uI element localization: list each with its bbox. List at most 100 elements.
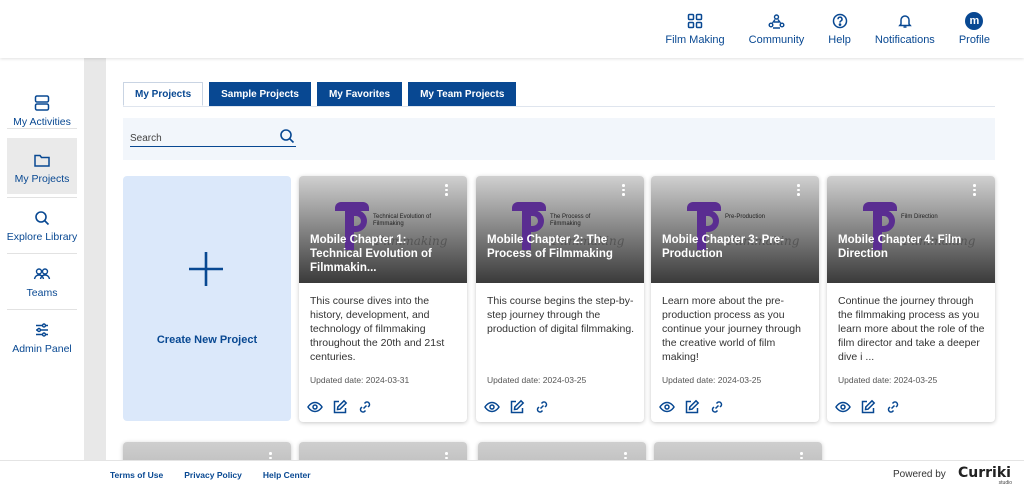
brand-subtitle: studio [998,480,1012,486]
project-updated-date: Updated date: 2024-03-25 [487,375,587,385]
avatar: m [965,12,984,30]
more-options-icon[interactable] [269,452,273,460]
project-thumbnail: Pre-Production Filmmaking Mobile Chapter… [651,176,819,283]
project-description: This course dives into the history, deve… [310,295,445,363]
nav-film-making[interactable]: Film Making [653,12,736,46]
nav-label: Notifications [874,34,935,46]
preview-eye-icon[interactable] [484,399,500,415]
tab-my-projects[interactable]: My Projects [123,82,204,106]
project-title: Mobile Chapter 4: Film Direction [838,234,962,260]
preview-eye-icon[interactable] [659,399,675,415]
project-card-partial[interactable] [123,442,291,460]
main-panel: My Projects Sample Projects My Favorites… [106,58,1024,460]
project-description: Continue the journey through the filmmak… [838,295,985,363]
privacy-policy-link[interactable]: Privacy Policy [184,470,242,480]
search-input[interactable] [130,131,296,147]
terms-of-use-link[interactable]: Terms of Use [110,470,163,480]
project-card[interactable]: Film Direction Filmmaking Mobile Chapter… [827,176,995,422]
activities-icon [33,94,51,112]
thumbnail-caption: Pre-Production [725,214,766,220]
edit-icon[interactable] [860,399,876,415]
nav-label: Profile [958,34,990,46]
thumbnail-caption: Film Direction [901,214,938,220]
bell-icon [896,12,914,30]
nav-label: Community [748,34,805,46]
footer: Terms of Use Privacy Policy Help Center … [0,460,1024,487]
more-options-icon[interactable] [624,452,628,460]
project-card-partial[interactable] [299,442,467,460]
project-thumbnail: The Process of Filmmaking Filmmaking Mob… [476,176,644,283]
nav-community[interactable]: Community [737,12,817,46]
create-new-project-card[interactable]: Create New Project [123,176,291,421]
sidebar-divider [7,253,77,254]
folder-icon [33,151,51,169]
sidebar-item-my-activities[interactable]: My Activities [7,94,77,138]
link-icon[interactable] [709,399,725,415]
project-updated-date: Updated date: 2024-03-25 [662,375,762,385]
project-description: Learn more about the pre-production proc… [662,295,801,363]
help-icon [831,12,849,30]
project-title: Mobile Chapter 1: Technical Evolution of… [310,234,432,274]
project-actions [659,399,725,415]
sidebar-item-label: Teams [26,287,58,299]
sidebar-divider [7,128,77,129]
sidebar-divider [7,197,77,198]
project-actions [484,399,550,415]
sidebar-item-label: Explore Library [6,231,78,243]
link-icon[interactable] [357,399,373,415]
more-options-icon[interactable] [622,184,626,196]
tab-my-team-projects[interactable]: My Team Projects [408,82,517,106]
sidebar-item-admin-panel[interactable]: Admin Panel [7,321,77,365]
more-options-icon[interactable] [445,184,449,196]
nav-help[interactable]: Help [816,12,863,46]
project-thumbnail: Film Direction Filmmaking Mobile Chapter… [827,176,995,283]
more-options-icon[interactable] [445,452,449,460]
link-icon[interactable] [534,399,550,415]
edit-icon[interactable] [332,399,348,415]
sidebar-item-label: Admin Panel [12,343,72,355]
top-header: Film Making Community Help Notifications… [0,0,1024,58]
create-new-project-label: Create New Project [156,334,258,346]
nav-profile[interactable]: m Profile [947,12,1002,46]
search-icon[interactable] [279,128,295,144]
more-options-icon[interactable] [800,452,804,460]
tab-sample-projects[interactable]: Sample Projects [209,82,311,106]
project-card[interactable]: The Process of Filmmaking Filmmaking Mob… [476,176,644,422]
tab-my-favorites[interactable]: My Favorites [316,82,403,106]
project-card[interactable]: Technical Evolution of Filmmaking Filmma… [299,176,467,422]
more-options-icon[interactable] [797,184,801,196]
nav-label: Film Making [665,34,725,46]
sidebar-item-teams[interactable]: Teams [7,265,77,309]
project-card-partial[interactable] [478,442,646,460]
sidebar-item-explore-library[interactable]: Explore Library [7,209,77,253]
plus-icon [187,250,225,288]
link-icon[interactable] [885,399,901,415]
thumbnail-caption: Technical Evolution of Filmmaking [373,214,432,228]
tab-divider [123,106,995,107]
project-description: This course begins the step-by-step jour… [487,295,635,335]
help-center-link[interactable]: Help Center [263,470,311,480]
nav-notifications[interactable]: Notifications [863,12,947,46]
sidebar: My Activities My Projects Explore Librar… [0,58,84,460]
preview-eye-icon[interactable] [307,399,323,415]
grid-icon [686,12,704,30]
brand-name: Curriki [958,465,1011,481]
search-icon [33,209,51,227]
edit-icon[interactable] [684,399,700,415]
thumbnail-caption: The Process of Filmmaking [550,214,591,228]
preview-eye-icon[interactable] [835,399,851,415]
curriki-logo: Curriki studio [958,465,1014,486]
search-bar [123,118,995,160]
footer-links: Terms of Use Privacy Policy Help Center [110,470,311,480]
project-card-partial[interactable] [654,442,822,460]
sidebar-item-label: My Projects [14,173,70,185]
more-options-icon[interactable] [973,184,977,196]
edit-icon[interactable] [509,399,525,415]
top-nav: Film Making Community Help Notifications… [653,12,1002,46]
sidebar-divider [7,309,77,310]
project-card[interactable]: Pre-Production Filmmaking Mobile Chapter… [651,176,819,422]
project-title: Mobile Chapter 3: Pre-Production [662,234,785,260]
project-thumbnail: Technical Evolution of Filmmaking Filmma… [299,176,467,283]
sidebar-item-my-projects[interactable]: My Projects [7,138,77,194]
nav-label: Help [828,34,851,46]
